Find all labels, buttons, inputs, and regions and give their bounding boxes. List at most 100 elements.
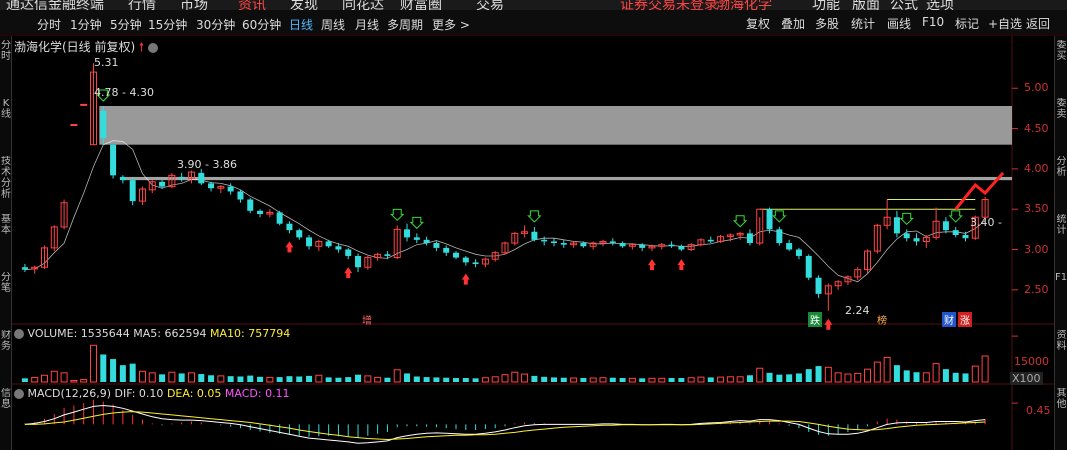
period-tab-3[interactable]: 15分钟 [148,16,187,33]
topnav-item-3[interactable]: 资讯 [238,0,266,10]
settings-circle-icon[interactable] [148,42,158,53]
period-tab-7[interactable]: 周线 [321,16,345,33]
right-tab-2[interactable]: 分析 [1055,156,1067,210]
topnav-item-11[interactable]: 版面 [852,0,880,10]
tool-button-0[interactable]: 复权 [743,14,773,33]
badge-zeng[interactable]: 增 [360,312,374,327]
candle-body [237,191,244,200]
period-tab-1[interactable]: 1分钟 [70,16,102,33]
right-tab-6[interactable]: 其他 [1055,388,1067,442]
right-tab-5[interactable]: 资料 [1055,330,1067,384]
period-tab-0[interactable]: 分时 [37,16,61,33]
left-tab-2[interactable]: 技术分析 [0,156,12,210]
topnav-item-9[interactable]: 渤海化学 [716,0,772,10]
right-tab-0[interactable]: 委买 [1055,40,1067,94]
topnav-item-0[interactable]: 通达信金融终端 [6,0,104,10]
candle-body [786,243,793,250]
sell-signal-arrow-icon [772,210,787,223]
tool-button-7[interactable]: +自选 [985,14,1025,33]
tool-button-2[interactable]: 多股 [812,14,842,33]
left-tab-3[interactable]: 基本 [0,214,12,268]
volume-bar [736,376,744,383]
volume-bar [148,372,156,383]
badge-bang[interactable]: 榜 [875,312,889,327]
topnav-item-2[interactable]: 市场 [180,0,208,10]
period-tab-8[interactable]: 月线 [355,16,379,33]
sell-signal-arrow-icon [948,210,963,223]
topnav-item-4[interactable]: 发现 [290,0,318,10]
candle-body [962,234,969,239]
candle-body [404,229,411,238]
period-tab-2[interactable]: 5分钟 [110,16,142,33]
volume-bar [138,370,146,383]
volume-bar [198,374,205,382]
badge-zhang[interactable]: 涨 [958,312,972,327]
volume-bar [110,359,117,382]
volume-bar [501,374,509,383]
volume-bar [364,375,372,383]
period-tab-6[interactable]: 日线 [289,16,313,33]
volume-bar [472,378,479,382]
period-tab-10[interactable]: 更多 > [432,16,470,33]
tool-button-3[interactable]: 统计 [848,14,878,33]
volume-bar [355,374,362,382]
left-tab-0[interactable]: 分时 [0,40,12,94]
left-tab-4[interactable]: 分笔 [0,272,12,326]
topnav-item-6[interactable]: 财富圈 [400,0,442,10]
candle-body [257,210,264,215]
left-tab-1[interactable]: K线 [0,98,12,152]
candle-body [776,229,783,244]
volume-bar [756,367,764,383]
volume-bar [795,373,802,382]
volume-unit[interactable]: X100 [1010,372,1043,385]
volume-circle-icon[interactable] [14,329,24,339]
volume-bar [374,376,382,383]
topnav-item-8[interactable]: 证券交易未登录 [620,0,718,10]
ma5-line [24,140,986,283]
candle-body [746,233,753,244]
badge-die[interactable]: 跌 [808,312,822,327]
volume-bar [50,370,58,383]
tool-button-4[interactable]: 画线 [884,14,914,33]
price-tick-3: 3.50 [1024,202,1049,216]
volume-bar [433,377,440,382]
right-tab-1[interactable]: 委卖 [1055,98,1067,152]
topnav-item-10[interactable]: 功能 [812,0,840,10]
volume-bar [844,373,852,383]
left-tab-5[interactable]: 财务 [0,330,12,384]
tool-button-5[interactable]: F10 [919,14,947,30]
buy-signal-arrow-icon [677,259,686,271]
left-tab-strip: 分时 K线技术分析基本 分笔 财务 信息 [0,36,12,450]
candle-body [276,212,283,224]
period-tab-9[interactable]: 多周期 [387,16,423,33]
volume-bar [658,377,666,383]
left-tab-6[interactable]: 信息 [0,388,12,442]
volume-bar [306,375,313,382]
period-tab-4[interactable]: 30分钟 [196,16,235,33]
right-tab-4[interactable]: F10 [1055,272,1067,326]
volume-bar [932,363,940,383]
topnav-item-13[interactable]: 选项 [926,0,954,10]
volume-bar [217,375,225,383]
candle-body [70,124,78,127]
tool-button-6[interactable]: 标记 [952,14,982,33]
volume-bar [335,377,342,382]
macd-value: MACD: 0.11 [224,387,290,400]
macd-circle-icon[interactable] [14,389,24,399]
period-tab-5[interactable]: 60分钟 [242,16,281,33]
tool-button-1[interactable]: 叠加 [778,14,808,33]
volume-bar [697,376,705,383]
topnav-item-7[interactable]: 交易 [476,0,504,10]
candle-body [472,262,479,265]
volume-bar [119,365,126,382]
candle-body [433,243,440,248]
price-tick-2: 4.00 [1024,161,1049,175]
badge-cai[interactable]: 财 [942,312,956,327]
topnav-item-5[interactable]: 同花达 [342,0,384,10]
topnav-item-1[interactable]: 行情 [128,0,156,10]
topnav-item-12[interactable]: 公式 [890,0,918,10]
volume-bar [384,377,391,382]
volume-bar [717,376,725,383]
tool-button-8[interactable]: 返回 [1023,14,1053,33]
right-tab-3[interactable]: 统计 [1055,214,1067,268]
